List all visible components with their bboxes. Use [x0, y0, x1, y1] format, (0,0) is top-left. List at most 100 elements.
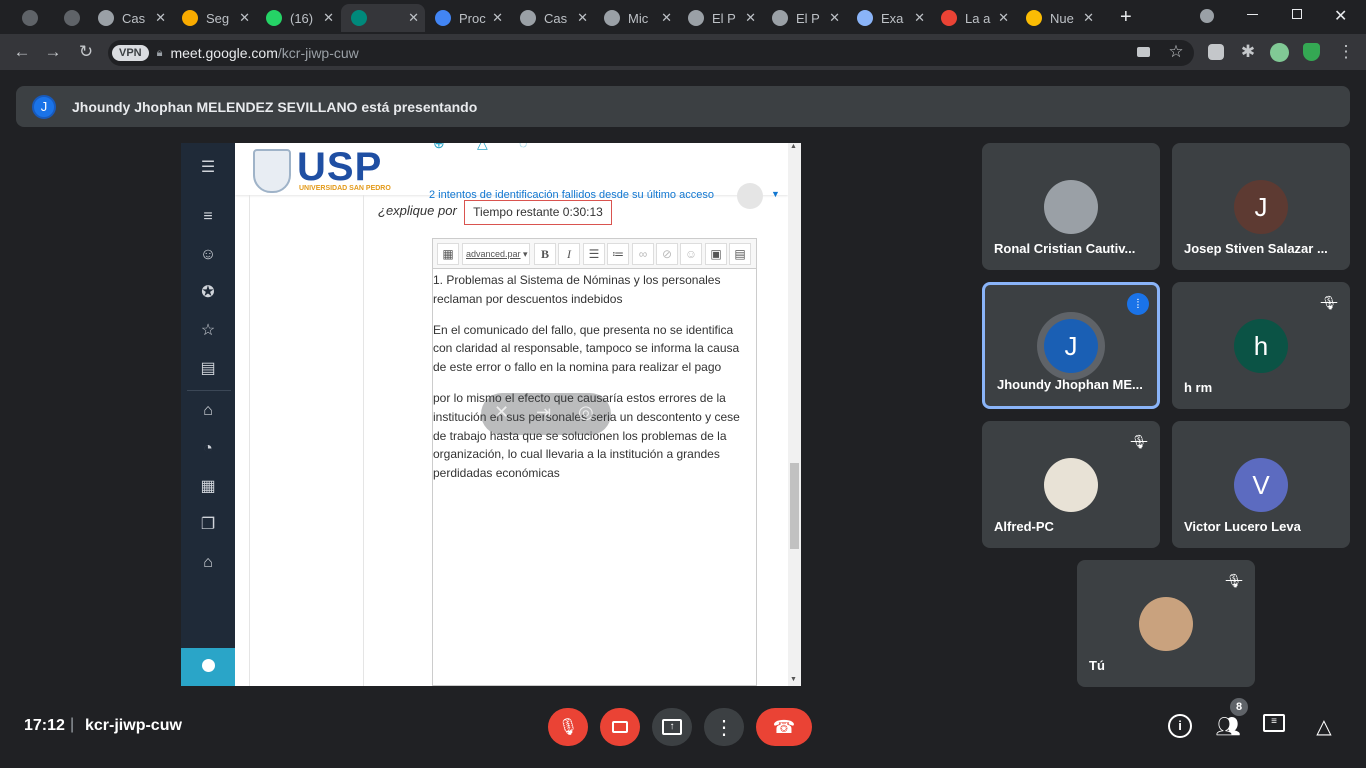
tab-close-icon[interactable]: ✕ — [1083, 10, 1094, 26]
page-scrollbar[interactable]: ▲ ▼ — [788, 143, 801, 686]
tab-close-icon[interactable]: ✕ — [914, 10, 925, 26]
verified-shield-icon[interactable] — [1303, 43, 1320, 61]
usp-logo[interactable]: USP UNIVERSIDAD SAN PEDRO — [253, 145, 413, 195]
answer-editor[interactable]: ▦ advanced.par ▾ B I ☰ ≔ ∞ ⊘ ☺ ▣ ▤ 1. Pr… — [432, 238, 757, 686]
reload-icon[interactable]: ↻ — [75, 42, 97, 62]
participant-tile[interactable]: h h rm 🎙︎ — [1172, 282, 1350, 409]
list-icon[interactable]: ≡ — [198, 207, 218, 227]
notification-bell-icon[interactable]: △ — [477, 143, 488, 152]
bullet-list-icon[interactable]: ☰ — [583, 243, 605, 265]
tab-close-icon[interactable]: ✕ — [577, 10, 588, 26]
mic-toggle-button[interactable]: 🎙︎ — [548, 708, 588, 746]
extension-shield-icon[interactable] — [1208, 44, 1224, 60]
browser-tab[interactable]: Proc ✕ — [425, 4, 509, 32]
tab-close-icon[interactable]: ✕ — [829, 10, 840, 26]
participant-tile[interactable]: Tú 🎙︎ — [1077, 560, 1255, 687]
unlink-icon[interactable]: ⊘ — [656, 243, 678, 265]
emoji-icon[interactable]: ☺ — [680, 243, 702, 265]
camera-indicator-icon[interactable] — [1137, 47, 1150, 57]
browser-tab[interactable]: Exa ✕ — [847, 4, 931, 32]
participant-tile[interactable]: Ronal Cristian Cautiv... — [982, 143, 1160, 270]
toolbar-toggle-icon[interactable]: ▦ — [437, 243, 459, 265]
tab-close-icon[interactable]: ✕ — [492, 10, 503, 26]
new-tab-icon[interactable]: + — [1120, 6, 1132, 29]
more-options-button[interactable]: ⋮ — [704, 708, 744, 746]
browser-tab[interactable]: Mic ✕ — [594, 4, 678, 32]
tab-close-icon[interactable]: ✕ — [661, 10, 672, 26]
link-icon[interactable]: ∞ — [632, 243, 654, 265]
browser-tab[interactable]: Cas ✕ — [510, 4, 594, 32]
browser-tab[interactable] — [54, 4, 84, 32]
people-icon[interactable]: 👥︎ — [1215, 715, 1241, 739]
tab-close-icon[interactable]: ✕ — [155, 10, 166, 26]
browser-tab[interactable]: Nue ✕ — [1016, 4, 1100, 32]
accessibility-button[interactable] — [181, 648, 235, 686]
book-icon[interactable]: ▤ — [198, 359, 218, 379]
user-menu-chevron-icon[interactable]: ▼ — [771, 189, 780, 199]
browser-tab[interactable] — [12, 4, 42, 32]
meeting-code[interactable]: kcr-jiwp-cuw — [85, 717, 182, 735]
format-select[interactable]: advanced.par ▾ — [462, 243, 530, 265]
participant-tile[interactable]: J Josep Stiven Salazar ... — [1172, 143, 1350, 270]
address-bar[interactable]: VPN 🔒︎ meet.google.com/kcr-jiwp-cuw — [108, 40, 1194, 66]
image-icon[interactable]: ▣ — [705, 243, 727, 265]
tab-close-icon[interactable]: ✕ — [745, 10, 756, 26]
activities-icon[interactable]: △ — [1311, 715, 1337, 739]
language-icon[interactable]: ⊕ — [433, 143, 445, 152]
minimize-icon[interactable] — [1247, 14, 1258, 15]
overlay-pin-icon[interactable]: ⇥ — [536, 402, 551, 423]
presentation-overlay-controls[interactable]: ✕ ⇥ ◎ — [481, 393, 611, 435]
user-avatar[interactable] — [737, 183, 763, 209]
overlay-mic-off-icon[interactable]: ✕ — [494, 402, 509, 423]
tab-close-icon[interactable]: ✕ — [998, 10, 1009, 26]
scroll-thumb[interactable] — [790, 463, 799, 549]
numbered-list-icon[interactable]: ≔ — [607, 243, 629, 265]
browser-tab[interactable]: Cas ✕ — [88, 4, 172, 32]
badges-icon[interactable]: ✪ — [198, 283, 218, 303]
browser-tab[interactable]: (16) ✕ — [256, 4, 340, 32]
browser-tab[interactable]: Seg ✕ — [172, 4, 256, 32]
present-screen-button[interactable]: ↑ — [652, 708, 692, 746]
scroll-up-icon[interactable]: ▲ — [790, 143, 797, 150]
italic-icon[interactable]: I — [558, 243, 580, 265]
extensions-icon[interactable]: ✱ — [1237, 42, 1259, 62]
hamburger-icon[interactable]: ☰ — [198, 158, 218, 178]
calendar-icon[interactable]: ▦ — [198, 477, 218, 497]
profile-avatar-icon[interactable] — [1270, 43, 1289, 62]
meeting-details-icon[interactable]: i — [1168, 714, 1192, 738]
scroll-down-icon[interactable]: ▼ — [790, 676, 797, 683]
star-icon[interactable]: ☆ — [198, 321, 218, 341]
overlay-expand-icon[interactable]: ◎ — [578, 402, 594, 423]
browser-tab[interactable]: La a ✕ — [931, 4, 1015, 32]
browser-tab[interactable]: ✕ — [341, 4, 425, 32]
dashboard-icon[interactable]: ◔ — [198, 439, 218, 459]
chat-icon[interactable]: ≡ — [1263, 714, 1285, 732]
browser-tab[interactable]: El P ✕ — [762, 4, 846, 32]
home-icon[interactable]: ⌂ — [198, 401, 218, 421]
back-icon[interactable]: ← — [11, 42, 33, 62]
messages-icon[interactable]: ◌ — [519, 143, 527, 151]
participants-icon[interactable]: ☺ — [198, 245, 218, 265]
tab-close-icon[interactable]: ✕ — [323, 10, 334, 26]
editor-content[interactable]: 1. Problemas al Sistema de Nóminas y los… — [433, 271, 753, 495]
close-window-icon[interactable]: ✕ — [1334, 6, 1347, 26]
forward-icon[interactable]: → — [42, 42, 64, 62]
files-icon[interactable]: ❐ — [198, 515, 218, 535]
end-call-button[interactable]: ☎︎ — [756, 708, 812, 746]
participant-tile[interactable]: Alfred-PC 🎙︎ — [982, 421, 1160, 548]
browser-tab[interactable]: El P ✕ — [678, 4, 762, 32]
tab-close-icon[interactable]: ✕ — [408, 10, 419, 26]
restore-icon[interactable] — [1292, 9, 1302, 19]
bold-icon[interactable]: B — [534, 243, 556, 265]
participant-tile[interactable]: J Jhoundy Jhophan ME... ⦙ — [982, 282, 1160, 409]
camera-toggle-button[interactable] — [600, 708, 640, 746]
graduation-cap-icon[interactable]: ⌂ — [198, 553, 218, 573]
vpn-badge[interactable]: VPN — [112, 45, 149, 61]
media-icon[interactable]: ▤ — [729, 243, 751, 265]
participant-tile[interactable]: V Victor Lucero Leva — [1172, 421, 1350, 548]
tab-close-icon[interactable]: ✕ — [239, 10, 250, 26]
tab-search-icon[interactable] — [1200, 9, 1214, 23]
bookmark-star-icon[interactable]: ☆ — [1165, 42, 1187, 62]
chrome-menu-icon[interactable]: ⋮ — [1335, 42, 1357, 62]
lock-icon[interactable]: 🔒︎ — [157, 47, 163, 60]
